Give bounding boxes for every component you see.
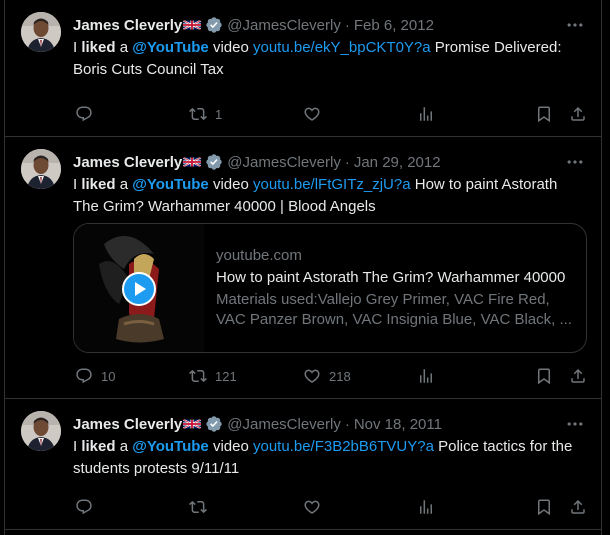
avatar[interactable] [21,12,61,52]
tweet-date[interactable]: Feb 6, 2012 [354,17,434,34]
share-button[interactable] [569,104,587,124]
tweet[interactable]: James Cleverly @JamesCleverly · Feb 6, 2… [5,0,601,137]
text-liked: liked [81,438,116,455]
separator-dot: · [344,415,350,433]
card-domain: youtube.com [216,247,302,264]
uk-flag-icon [183,418,201,430]
views-button[interactable] [417,104,443,124]
link-card[interactable]: youtube.com How to paint Astorath The Gr… [73,223,587,353]
tweet-date[interactable]: Nov 18, 2011 [354,416,442,433]
tweet-text: I liked a @YouTube video youtu.be/F3B2bB… [73,436,573,480]
bookmark-icon [535,367,553,385]
reply-icon [75,367,93,385]
author-name[interactable]: James Cleverly [73,17,182,34]
like-button[interactable] [303,497,329,517]
mention-link[interactable]: @YouTube [132,39,209,56]
share-button[interactable] [569,366,587,386]
text-liked: liked [81,176,116,193]
more-icon[interactable] [565,414,585,434]
video-link[interactable]: youtu.be/ekY_bpCKT0Y?a [253,39,431,56]
separator-dot: · [344,153,350,171]
tweet-text: I liked a @YouTube video youtu.be/ekY_bp… [73,37,573,81]
reply-icon [75,498,93,516]
reply-icon [75,105,93,123]
reply-button[interactable]: 10 [75,366,115,386]
video-link[interactable]: youtu.be/F3B2bB6TVUY?a [253,438,434,455]
more-icon[interactable] [565,152,585,172]
retweet-count: 121 [215,368,237,384]
author-handle[interactable]: @JamesCleverly [227,154,341,171]
author-name[interactable]: James Cleverly [73,416,182,433]
timeline-feed: James Cleverly @JamesCleverly · Feb 6, 2… [4,0,602,535]
verified-badge-icon[interactable] [205,415,223,433]
tweet-text: I liked a @YouTube video youtu.be/lFtGIT… [73,174,573,218]
tweet-header: James Cleverly @JamesCleverly · Jan 29, … [73,152,585,172]
share-button[interactable] [569,497,587,517]
uk-flag-icon [183,156,201,168]
views-button[interactable] [417,497,443,517]
action-bar: 10 121 218 [73,366,585,386]
author-handle[interactable]: @JamesCleverly [227,17,341,34]
retweet-icon [189,367,207,385]
heart-icon [303,498,321,516]
text-video: video [208,39,253,56]
text-a: a [115,39,133,56]
video-link[interactable]: youtu.be/lFtGITz_zjU?a [253,176,411,193]
reply-button[interactable] [75,104,101,124]
tweet-header: James Cleverly @JamesCleverly · Nov 18, … [73,414,585,434]
card-description: Materials used:Vallejo Grey Primer, VAC … [216,291,572,328]
share-icon [569,105,587,123]
tweet-header: James Cleverly @JamesCleverly · Feb 6, 2… [73,15,585,35]
bookmark-icon [535,498,553,516]
tweet[interactable]: James Cleverly @JamesCleverly · Jan 29, … [5,137,601,399]
views-button[interactable] [417,366,443,386]
verified-badge-icon[interactable] [205,153,223,171]
avatar[interactable] [21,411,61,451]
reply-count: 10 [101,368,116,384]
bookmark-icon [535,105,553,123]
reply-button[interactable] [75,497,101,517]
text-a: a [115,176,133,193]
tweet[interactable]: James Cleverly @JamesCleverly · Nov 18, … [5,399,601,530]
heart-icon [303,367,321,385]
share-icon [569,498,587,516]
card-body: youtube.com How to paint Astorath The Gr… [216,246,574,330]
play-icon[interactable] [122,272,156,306]
video-thumbnail[interactable] [74,224,204,352]
like-count: 218 [329,368,351,384]
bookmark-button[interactable] [535,104,553,124]
views-icon [417,367,435,385]
mention-link[interactable]: @YouTube [132,438,209,455]
author-handle[interactable]: @JamesCleverly [227,416,341,433]
retweet-count: 1 [215,106,223,122]
like-button[interactable]: 218 [303,366,351,386]
text-a: a [115,438,133,455]
mention-link[interactable]: @YouTube [132,176,209,193]
separator-dot: · [344,16,350,34]
avatar[interactable] [21,149,61,189]
author-name[interactable]: James Cleverly [73,154,182,171]
uk-flag-icon [183,19,201,31]
retweet-icon [189,105,207,123]
views-icon [417,498,435,516]
retweet-button[interactable] [189,497,215,517]
retweet-icon [189,498,207,516]
bookmark-button[interactable] [535,497,553,517]
tweet-date[interactable]: Jan 29, 2012 [354,154,441,171]
verified-badge-icon[interactable] [205,16,223,34]
action-bar [73,497,585,517]
like-button[interactable] [303,104,329,124]
more-icon[interactable] [565,15,585,35]
text-video: video [208,176,253,193]
heart-icon [303,105,321,123]
retweet-button[interactable]: 1 [189,104,222,124]
share-icon [569,367,587,385]
retweet-button[interactable]: 121 [189,366,237,386]
card-title: How to paint Astorath The Grim? Warhamme… [216,269,566,286]
action-bar: 1 [73,104,585,124]
text-liked: liked [81,39,116,56]
bookmark-button[interactable] [535,366,553,386]
views-icon [417,105,435,123]
text-video: video [208,438,253,455]
